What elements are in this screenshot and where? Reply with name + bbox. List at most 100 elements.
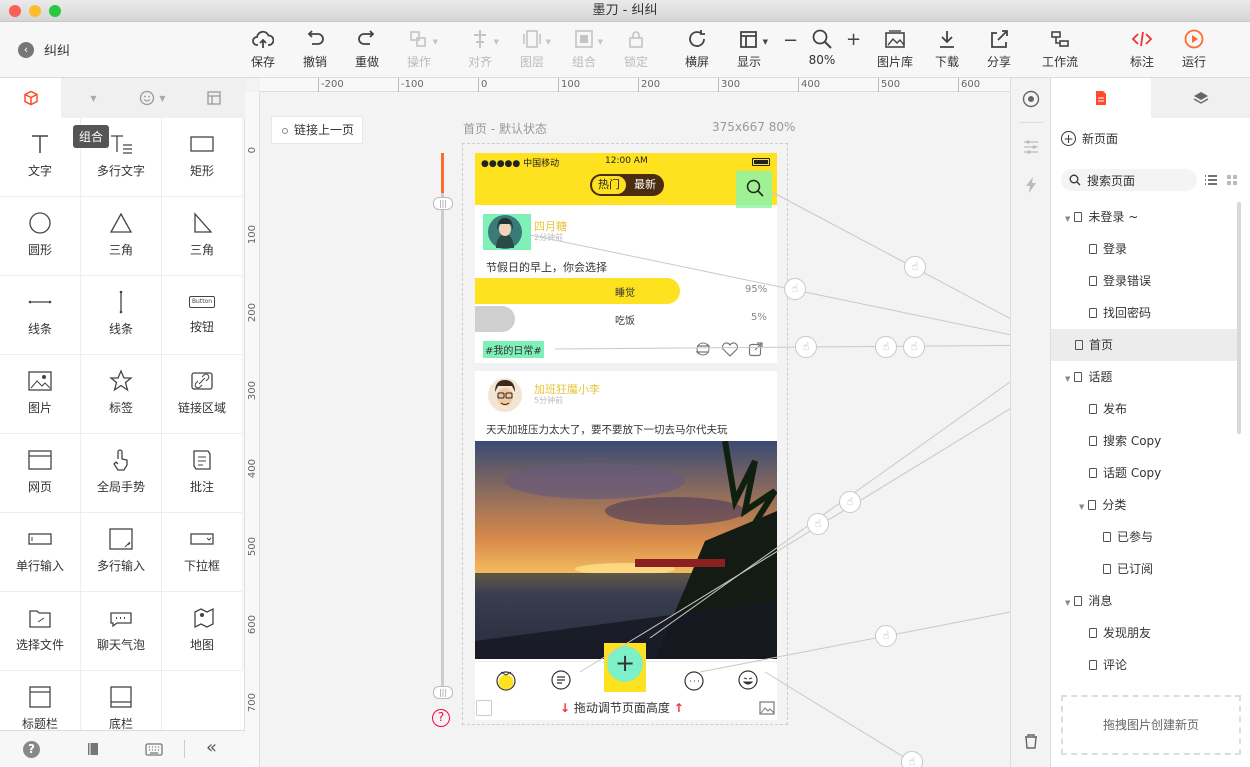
post-photo[interactable]: [475, 441, 777, 659]
tool-image[interactable]: 图片: [0, 355, 81, 434]
tab-components[interactable]: [0, 78, 61, 118]
tool-webpage[interactable]: 网页: [0, 434, 81, 513]
toolbar-group-button[interactable]: ▼ 组合: [559, 28, 609, 70]
page-item[interactable]: 首页: [1051, 329, 1241, 361]
new-page-button[interactable]: + 新页面: [1061, 130, 1118, 147]
tool-rectangle[interactable]: 矩形: [162, 118, 243, 197]
toolbar-layer-button[interactable]: ▼ 图层: [507, 28, 557, 70]
toolbar-workflow-button[interactable]: 工作流: [1035, 28, 1085, 70]
tool-horizontal-line[interactable]: 线条: [0, 276, 81, 355]
close-window-button[interactable]: [9, 5, 21, 17]
drop-image-zone[interactable]: 拖拽图片创建新页: [1061, 695, 1241, 755]
target-icon[interactable]: [1022, 90, 1040, 108]
toolbar-lock-button[interactable]: 锁定: [611, 28, 661, 70]
background-image-icon[interactable]: [759, 701, 775, 715]
zoom-out-button[interactable]: −: [783, 30, 798, 51]
tool-circle[interactable]: 圆形: [0, 197, 81, 276]
page-item[interactable]: 搜索 Copy: [1051, 425, 1241, 457]
book-icon[interactable]: [85, 741, 101, 757]
page-item[interactable]: ▼ 消息: [1051, 585, 1241, 617]
gesture-hand-icon[interactable]: ☝: [875, 625, 897, 647]
toolbar-undo-button[interactable]: 撤销: [290, 28, 340, 70]
expand-triangle-icon[interactable]: ▼: [1065, 599, 1070, 607]
tab-ios[interactable]: ▼: [61, 78, 122, 118]
page-item[interactable]: 已订阅: [1051, 553, 1241, 585]
toolbar-zoom-button[interactable]: 80%: [797, 28, 847, 67]
tool-annotation[interactable]: 批注: [162, 434, 243, 513]
topics-tab-icon[interactable]: [550, 669, 572, 691]
grid-view-icon[interactable]: [1226, 174, 1238, 186]
heart-icon[interactable]: [721, 342, 739, 357]
toolbar-redo-button[interactable]: 重做: [342, 28, 392, 70]
tool-title-bar[interactable]: 标题栏: [0, 671, 81, 730]
list-view-icon[interactable]: [1204, 174, 1218, 186]
top-height-handle[interactable]: |||: [433, 197, 453, 210]
expand-triangle-icon[interactable]: ▼: [1065, 215, 1070, 223]
toolbar-play-button[interactable]: 运行: [1169, 28, 1219, 70]
messages-tab-icon[interactable]: [683, 669, 705, 691]
toolbar-code-button[interactable]: 标注: [1117, 28, 1167, 70]
tool-global-gesture[interactable]: 全局手势: [81, 434, 162, 513]
page-item[interactable]: 发布: [1051, 393, 1241, 425]
page-item[interactable]: 登录: [1051, 233, 1241, 265]
search-pages-field[interactable]: 搜索页面: [1061, 169, 1197, 191]
canvas-help-icon[interactable]: ?: [432, 709, 450, 727]
tool-chat-bubble[interactable]: 聊天气泡: [81, 592, 162, 671]
tool-single-input[interactable]: 单行输入: [0, 513, 81, 592]
tab-icons[interactable]: ▼: [122, 78, 183, 118]
toolbar-share-button[interactable]: 分享: [974, 28, 1024, 70]
minimize-window-button[interactable]: [29, 5, 41, 17]
publish-button[interactable]: +: [607, 646, 643, 682]
gesture-hand-icon[interactable]: ☝: [875, 336, 897, 358]
tool-vertical-line[interactable]: 线条: [81, 276, 162, 355]
tool-dropdown[interactable]: 下拉框: [162, 513, 243, 592]
page-item[interactable]: ▼ 未登录 ~: [1051, 201, 1241, 233]
poll-option[interactable]: 吃饭 5%: [475, 306, 777, 332]
share-icon[interactable]: [748, 341, 764, 357]
gesture-hand-icon[interactable]: ☝: [839, 491, 861, 513]
tab-pages[interactable]: [1051, 78, 1151, 118]
bottom-height-handle[interactable]: |||: [433, 686, 453, 699]
tool-multi-input[interactable]: 多行输入: [81, 513, 162, 592]
toolbar-download-button[interactable]: 下载: [922, 28, 972, 70]
gesture-hand-icon[interactable]: ☝: [795, 336, 817, 358]
gesture-hand-icon[interactable]: ☝: [904, 256, 926, 278]
post-card[interactable]: 加班狂魔小李 5分钟前 天天加班压力太大了，要不要放下一切去马尔代夫玩: [475, 371, 777, 661]
scrollbar[interactable]: [1237, 202, 1241, 434]
tool-bottom-bar[interactable]: 底栏: [81, 671, 162, 730]
search-icon[interactable]: [745, 178, 765, 198]
gesture-hand-icon[interactable]: ☝: [784, 278, 806, 300]
tool-file-picker[interactable]: 选择文件: [0, 592, 81, 671]
gesture-hand-icon[interactable]: ☝: [901, 751, 923, 767]
expand-triangle-icon[interactable]: ▼: [1065, 375, 1070, 383]
tab-layers[interactable]: [1151, 78, 1250, 118]
page-item[interactable]: 已参与: [1051, 521, 1241, 553]
drag-height-hint[interactable]: ↓ 拖动调节页面高度 ↑: [560, 699, 684, 716]
feed-toggle[interactable]: 热门 最新: [590, 174, 664, 196]
tool-text[interactable]: 文字: [0, 118, 81, 197]
help-icon[interactable]: ?: [23, 741, 40, 758]
gesture-hand-icon[interactable]: ☝: [807, 513, 829, 535]
profile-tab-icon[interactable]: [737, 669, 759, 691]
page-item[interactable]: 发现朋友: [1051, 617, 1241, 649]
page-item[interactable]: 话题 Copy: [1051, 457, 1241, 489]
toolbar-rotate-button[interactable]: 横屏: [672, 28, 722, 70]
toolbar-operate-button[interactable]: ▼ 操作: [394, 28, 444, 70]
page-item[interactable]: ▼ 分类: [1051, 489, 1241, 521]
back-button[interactable]: ‹ 纠纠: [18, 40, 70, 59]
post-card[interactable]: 四月糖 2分钟前 节假日的早上，你会选择 睡觉 95% 吃饭 5% #我的日常#: [475, 208, 777, 363]
repost-icon[interactable]: [694, 341, 712, 357]
page-item[interactable]: 评论: [1051, 649, 1241, 681]
trash-icon[interactable]: [1022, 732, 1040, 750]
tab-hot[interactable]: 热门: [592, 176, 626, 194]
poll-option[interactable]: 睡觉 95%: [475, 278, 777, 304]
maximize-window-button[interactable]: [49, 5, 61, 17]
home-tab-icon[interactable]: [495, 669, 517, 691]
keyboard-icon[interactable]: [145, 743, 163, 756]
collapse-panel-icon[interactable]: «: [206, 737, 217, 758]
toolbar-upload-cloud-button[interactable]: 保存: [238, 28, 288, 70]
tool-label[interactable]: 标签: [81, 355, 162, 434]
tool-link-area[interactable]: 链接区域: [162, 355, 243, 434]
toolbar-image-library-button[interactable]: 图片库: [870, 28, 920, 70]
tab-new[interactable]: 最新: [628, 176, 662, 194]
